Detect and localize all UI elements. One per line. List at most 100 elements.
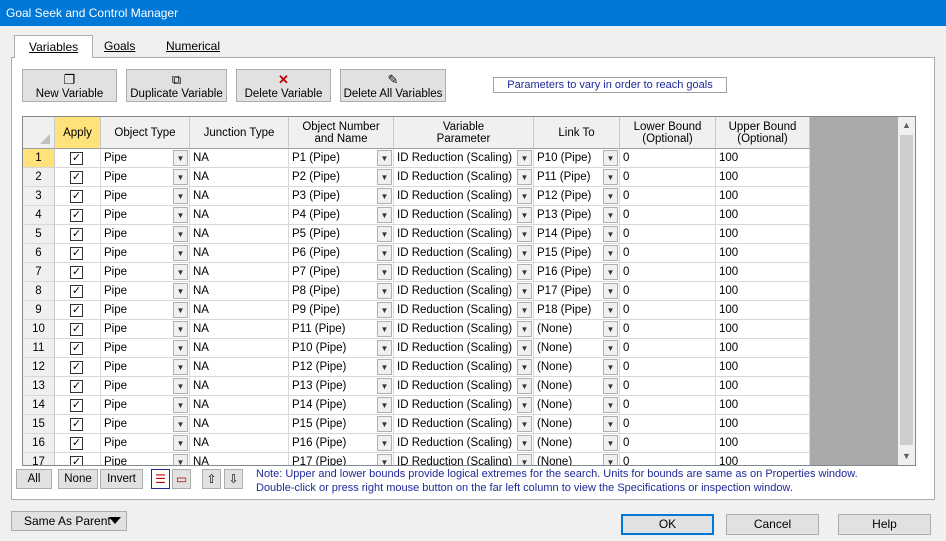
parameter-cell[interactable]: ID Reduction (Scaling) ▼ [394, 149, 534, 168]
apply-checkbox[interactable]: ✓ [55, 358, 101, 377]
object-type-cell[interactable]: Pipe ▼ [101, 168, 190, 187]
lower-bound-cell[interactable]: 0 [620, 434, 716, 453]
junction-type-cell[interactable]: NA [190, 263, 289, 282]
apply-checkbox[interactable]: ✓ [55, 453, 101, 465]
upper-bound-cell[interactable]: 100 [716, 244, 810, 263]
row-number[interactable]: 10 [23, 320, 55, 339]
new-variable-button[interactable]: ❐ New Variable [22, 69, 117, 102]
object-type-cell[interactable]: Pipe ▼ [101, 301, 190, 320]
table-row[interactable]: 14 ✓ Pipe ▼ NA P14 (Pipe) ▼ ID Reduction (Scali… [23, 396, 810, 415]
lower-bound-cell[interactable]: 0 [620, 149, 716, 168]
chevron-down-icon[interactable]: ▼ [517, 340, 532, 356]
apply-checkbox[interactable]: ✓ [55, 415, 101, 434]
invert-selection-button[interactable]: Invert [100, 469, 143, 489]
chevron-down-icon[interactable]: ▼ [377, 207, 392, 223]
row-number[interactable]: 1 [23, 149, 55, 168]
row-number[interactable]: 2 [23, 168, 55, 187]
checkbox-icon[interactable]: ✓ [70, 361, 83, 374]
link-to-cell[interactable]: (None) ▼ [534, 339, 620, 358]
apply-checkbox[interactable]: ✓ [55, 377, 101, 396]
apply-checkbox[interactable]: ✓ [55, 301, 101, 320]
lower-bound-cell[interactable]: 0 [620, 206, 716, 225]
upper-bound-cell[interactable]: 100 [716, 168, 810, 187]
upper-bound-cell[interactable]: 100 [716, 453, 810, 465]
chevron-down-icon[interactable]: ▼ [517, 245, 532, 261]
junction-type-cell[interactable]: NA [190, 415, 289, 434]
object-type-cell[interactable]: Pipe ▼ [101, 225, 190, 244]
chevron-down-icon[interactable]: ▼ [517, 416, 532, 432]
chevron-down-icon[interactable]: ▼ [603, 359, 618, 375]
chevron-down-icon[interactable]: ▼ [377, 454, 392, 465]
upper-bound-cell[interactable]: 100 [716, 377, 810, 396]
apply-checkbox[interactable]: ✓ [55, 206, 101, 225]
junction-type-cell[interactable]: NA [190, 339, 289, 358]
chevron-down-icon[interactable]: ▼ [517, 169, 532, 185]
cancel-button[interactable]: Cancel [726, 514, 819, 535]
object-type-cell[interactable]: Pipe ▼ [101, 320, 190, 339]
table-row[interactable]: 17 ✓ Pipe ▼ NA P17 (Pipe) ▼ ID Reduction (Scali… [23, 453, 810, 465]
chevron-down-icon[interactable]: ▼ [377, 435, 392, 451]
lower-bound-cell[interactable]: 0 [620, 377, 716, 396]
object-type-cell[interactable]: Pipe ▼ [101, 149, 190, 168]
lower-bound-cell[interactable]: 0 [620, 168, 716, 187]
object-cell[interactable]: P15 (Pipe) ▼ [289, 415, 394, 434]
link-to-cell[interactable]: P18 (Pipe) ▼ [534, 301, 620, 320]
apply-checkbox[interactable]: ✓ [55, 339, 101, 358]
object-type-cell[interactable]: Pipe ▼ [101, 206, 190, 225]
upper-bound-cell[interactable]: 100 [716, 396, 810, 415]
object-cell[interactable]: P11 (Pipe) ▼ [289, 320, 394, 339]
object-cell[interactable]: P13 (Pipe) ▼ [289, 377, 394, 396]
table-row[interactable]: 12 ✓ Pipe ▼ NA P12 (Pipe) ▼ ID Reduction (Scali… [23, 358, 810, 377]
checkbox-icon[interactable]: ✓ [70, 342, 83, 355]
chevron-down-icon[interactable]: ▼ [377, 150, 392, 166]
parameter-cell[interactable]: ID Reduction (Scaling) ▼ [394, 263, 534, 282]
chevron-down-icon[interactable]: ▼ [377, 264, 392, 280]
upper-bound-cell[interactable]: 100 [716, 187, 810, 206]
chevron-down-icon[interactable]: ▼ [377, 397, 392, 413]
junction-type-cell[interactable]: NA [190, 282, 289, 301]
chevron-down-icon[interactable]: ▼ [603, 226, 618, 242]
parameter-cell[interactable]: ID Reduction (Scaling) ▼ [394, 244, 534, 263]
chevron-down-icon[interactable]: ▼ [603, 207, 618, 223]
header-apply[interactable]: Apply [55, 117, 101, 149]
chevron-down-icon[interactable]: ▼ [517, 264, 532, 280]
junction-type-cell[interactable]: NA [190, 206, 289, 225]
object-type-cell[interactable]: Pipe ▼ [101, 263, 190, 282]
checkbox-icon[interactable]: ✓ [70, 418, 83, 431]
upper-bound-cell[interactable]: 100 [716, 149, 810, 168]
row-number[interactable]: 5 [23, 225, 55, 244]
table-row[interactable]: 16 ✓ Pipe ▼ NA P16 (Pipe) ▼ ID Reduction (Scali… [23, 434, 810, 453]
chevron-down-icon[interactable]: ▼ [173, 435, 188, 451]
link-to-cell[interactable]: P11 (Pipe) ▼ [534, 168, 620, 187]
duplicate-variable-button[interactable]: ⧉ Duplicate Variable [126, 69, 227, 102]
chevron-down-icon[interactable]: ▼ [173, 226, 188, 242]
object-type-cell[interactable]: Pipe ▼ [101, 339, 190, 358]
chevron-down-icon[interactable]: ▼ [603, 416, 618, 432]
chevron-down-icon[interactable]: ▼ [377, 302, 392, 318]
object-type-cell[interactable]: Pipe ▼ [101, 244, 190, 263]
object-type-cell[interactable]: Pipe ▼ [101, 415, 190, 434]
chevron-down-icon[interactable]: ▼ [377, 283, 392, 299]
upper-bound-cell[interactable]: 100 [716, 263, 810, 282]
link-to-cell[interactable]: (None) ▼ [534, 453, 620, 465]
chevron-down-icon[interactable]: ▼ [603, 150, 618, 166]
link-to-cell[interactable]: P17 (Pipe) ▼ [534, 282, 620, 301]
chevron-down-icon[interactable]: ▼ [603, 397, 618, 413]
row-number[interactable]: 9 [23, 301, 55, 320]
link-to-cell[interactable]: (None) ▼ [534, 320, 620, 339]
checkbox-icon[interactable]: ✓ [70, 266, 83, 279]
chevron-down-icon[interactable]: ▼ [173, 283, 188, 299]
chevron-down-icon[interactable]: ▼ [377, 340, 392, 356]
lower-bound-cell[interactable]: 0 [620, 339, 716, 358]
table-row[interactable]: 8 ✓ Pipe ▼ NA P8 (Pipe) ▼ ID Reduction (Scaling… [23, 282, 810, 301]
scroll-down-icon[interactable]: ▼ [898, 448, 915, 465]
chevron-down-icon[interactable]: ▼ [377, 226, 392, 242]
row-number[interactable]: 6 [23, 244, 55, 263]
chevron-down-icon[interactable]: ▼ [377, 378, 392, 394]
link-to-cell[interactable]: (None) ▼ [534, 396, 620, 415]
chevron-down-icon[interactable]: ▼ [173, 169, 188, 185]
move-down-icon[interactable]: ⇩ [224, 469, 243, 489]
checkbox-icon[interactable]: ✓ [70, 304, 83, 317]
object-type-cell[interactable]: Pipe ▼ [101, 282, 190, 301]
junction-type-cell[interactable]: NA [190, 149, 289, 168]
